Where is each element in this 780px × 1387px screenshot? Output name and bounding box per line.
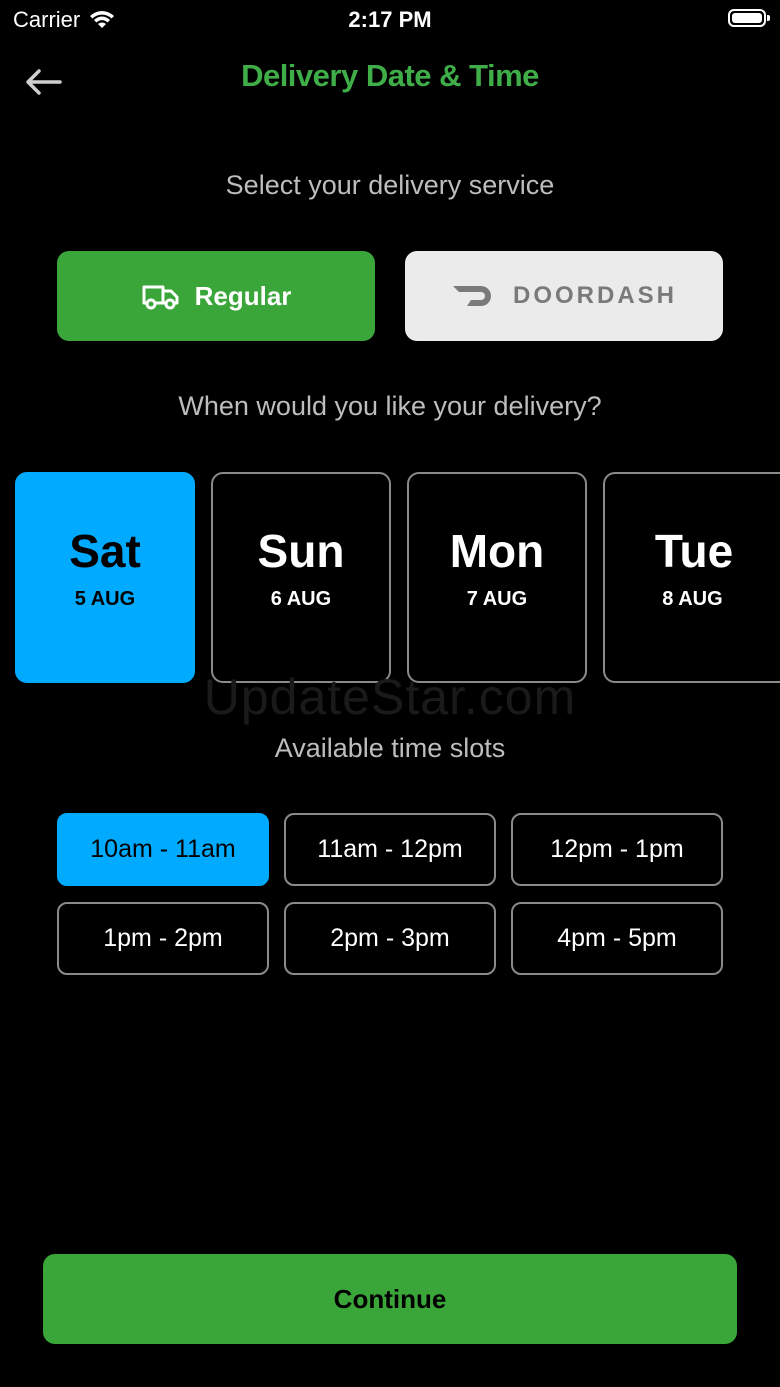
battery-icon <box>728 9 770 27</box>
date-prompt: When would you like your delivery? <box>178 391 602 421</box>
day-name: Mon <box>449 525 545 577</box>
day-date: 6 AUG <box>270 588 332 610</box>
status-time: 2:17 PM <box>348 7 432 32</box>
watermark: UpdateStar.com <box>203 669 577 725</box>
truck-icon <box>142 285 179 310</box>
slots-prompt: Available time slots <box>274 733 506 763</box>
time-slot-4pm-5pm[interactable]: 4pm - 5pm <box>511 902 723 975</box>
day-date: 8 AUG <box>662 588 723 610</box>
time-slot-11am-12pm[interactable]: 11am - 12pm <box>284 813 496 886</box>
status-bar: Carrier 2:17 PM <box>0 0 780 40</box>
service-doordash-label: DOORDASH <box>512 282 677 309</box>
day-card-sat[interactable]: Sat 5 AUG <box>15 472 195 683</box>
day-card-mon[interactable]: Mon 7 AUG <box>407 472 587 683</box>
service-regular-label: Regular <box>194 280 292 311</box>
time-slot-2pm-3pm[interactable]: 2pm - 3pm <box>284 902 496 975</box>
service-doordash-button[interactable]: DOORDASH <box>405 251 723 341</box>
day-date: 7 AUG <box>466 588 528 610</box>
day-name: Sat <box>69 525 141 577</box>
service-regular-button[interactable]: Regular <box>57 251 375 341</box>
day-date: 5 AUG <box>74 588 136 610</box>
day-name: Tue <box>654 525 734 577</box>
day-card-sun[interactable]: Sun 6 AUG <box>211 472 391 683</box>
page-title: Delivery Date & Time <box>241 58 539 93</box>
service-prompt: Select your delivery service <box>225 170 555 200</box>
continue-button[interactable]: Continue <box>43 1254 737 1344</box>
doordash-logo-icon <box>452 286 491 306</box>
day-card-tue[interactable]: Tue 8 AUG <box>603 472 780 683</box>
time-slot-1pm-2pm[interactable]: 1pm - 2pm <box>57 902 269 975</box>
day-name: Sun <box>257 525 345 577</box>
time-slot-12pm-1pm[interactable]: 12pm - 1pm <box>511 813 723 886</box>
time-slot-10am-11am[interactable]: 10am - 11am <box>57 813 269 886</box>
